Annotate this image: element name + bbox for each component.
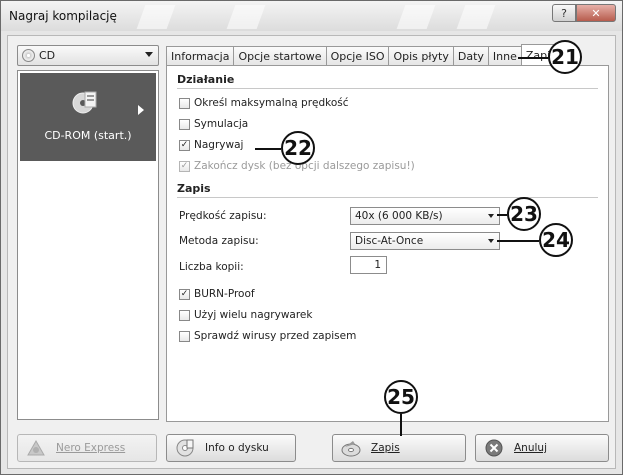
callout-21: 21: [548, 40, 582, 74]
section-divider: [177, 197, 598, 198]
callout-leader: [400, 414, 402, 436]
checkbox[interactable]: [179, 118, 190, 130]
close-button[interactable]: ✕: [576, 4, 616, 22]
callout-leader: [497, 214, 507, 216]
option-label: Użyj wielu nagrywarek: [194, 309, 313, 321]
expand-arrow-icon: [138, 105, 144, 115]
tab-opis-plyty[interactable]: Opis płyty: [388, 46, 454, 66]
disc-info-label: Info o dysku: [205, 442, 269, 454]
callout-leader: [255, 148, 281, 150]
option-multiple-recorders[interactable]: Użyj wielu nagrywarek: [179, 309, 312, 321]
write-method-label: Metoda zapisu:: [179, 235, 259, 247]
option-simulation[interactable]: Symulacja: [179, 118, 248, 130]
tab-informacja[interactable]: Informacja: [166, 46, 235, 66]
checkbox[interactable]: [179, 330, 190, 342]
callout-23: 23: [507, 197, 541, 231]
cancel-button[interactable]: Anuluj: [475, 434, 609, 462]
callout-22: 22: [281, 131, 315, 165]
option-label: Sprawdź wirusy przed zapisem: [194, 330, 357, 342]
copies-input[interactable]: 1: [350, 256, 387, 274]
callout-24: 24: [539, 223, 573, 257]
burn-label: Zapis: [371, 442, 400, 454]
tab-bar: Informacja Opcje startowe Opcje ISO Opis…: [166, 44, 561, 66]
tab-opcje-startowe[interactable]: Opcje startowe: [233, 46, 327, 66]
cancel-icon: [485, 439, 503, 457]
window-controls: ? ✕: [552, 4, 616, 22]
option-virus-check[interactable]: Sprawdź wirusy przed zapisem: [179, 330, 356, 342]
option-label: BURN-Proof: [194, 288, 255, 300]
write-speed-value: 40x (6 000 KB/s): [355, 210, 443, 222]
window-title: Nagraj kompilację: [9, 9, 117, 23]
checkbox[interactable]: [179, 139, 190, 151]
callout-25: 25: [384, 380, 418, 414]
nero-express-icon: [27, 439, 45, 456]
titlebar-decoration: [226, 5, 266, 29]
media-type-dropdown[interactable]: CD: [17, 45, 159, 66]
checkbox: [179, 160, 190, 172]
nero-express-button: Nero Express: [17, 434, 157, 462]
titlebar-decoration: [456, 5, 496, 29]
burn-icon: [341, 441, 361, 457]
option-burn-proof[interactable]: BURN-Proof: [179, 288, 255, 300]
compilation-item-cdrom[interactable]: CD-ROM (start.): [20, 73, 156, 161]
callout-leader: [518, 57, 548, 59]
tab-opcje-iso[interactable]: Opcje ISO: [325, 46, 390, 66]
disc-icon: [22, 49, 35, 62]
cdrom-icon: [72, 91, 97, 114]
write-method-select[interactable]: Disc-At-Once: [350, 232, 500, 250]
option-label: Określ maksymalną prędkość: [194, 97, 349, 109]
option-max-speed[interactable]: Określ maksymalną prędkość: [179, 97, 349, 109]
disc-info-button[interactable]: Info o dysku: [166, 434, 296, 462]
help-button[interactable]: ?: [552, 4, 576, 22]
section-title-zapis: Zapis: [177, 182, 211, 195]
callout-leader: [497, 240, 539, 242]
copies-label: Liczba kopii:: [179, 261, 244, 273]
section-title-dzialanie: Działanie: [177, 73, 235, 86]
nero-express-label: Nero Express: [56, 442, 126, 454]
option-label: Nagrywaj: [194, 139, 244, 151]
tab-daty[interactable]: Daty: [452, 46, 489, 66]
titlebar-decoration: [136, 5, 176, 29]
media-type-value: CD: [39, 49, 56, 62]
checkbox[interactable]: [179, 288, 190, 300]
checkbox[interactable]: [179, 309, 190, 321]
compilation-type-list: CD-ROM (start.): [17, 70, 159, 420]
cancel-label: Anuluj: [514, 442, 547, 454]
write-speed-label: Prędkość zapisu:: [179, 210, 267, 222]
compilation-item-label: CD-ROM (start.): [44, 129, 132, 142]
option-write[interactable]: Nagrywaj: [179, 139, 243, 151]
write-method-value: Disc-At-Once: [355, 235, 424, 247]
disc-info-icon: [176, 439, 194, 457]
tab-inne[interactable]: Inne: [487, 46, 522, 66]
section-divider: [177, 88, 598, 89]
option-label: Symulacja: [194, 118, 249, 130]
chevron-down-icon: [488, 239, 494, 243]
burn-button[interactable]: Zapis: [332, 434, 466, 462]
title-bar: Nagraj kompilację ? ✕: [1, 1, 622, 31]
write-speed-select[interactable]: 40x (6 000 KB/s): [350, 207, 500, 225]
chevron-down-icon: [145, 52, 153, 57]
chevron-down-icon: [488, 214, 494, 218]
checkbox[interactable]: [179, 97, 190, 109]
titlebar-decoration: [396, 5, 436, 29]
